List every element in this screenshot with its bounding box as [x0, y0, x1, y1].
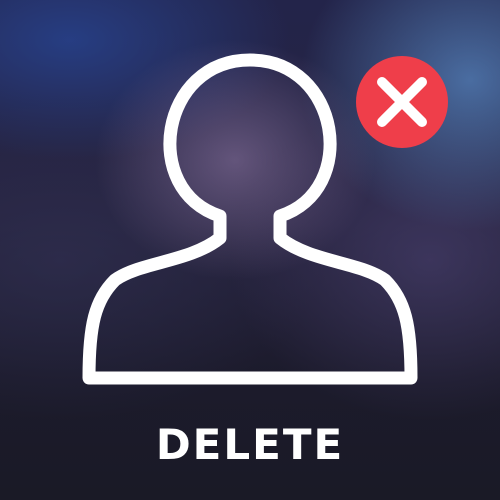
delete-user-screen: DELETE: [0, 0, 500, 500]
delete-label[interactable]: DELETE: [0, 418, 500, 472]
close-x-icon[interactable]: [355, 55, 449, 149]
